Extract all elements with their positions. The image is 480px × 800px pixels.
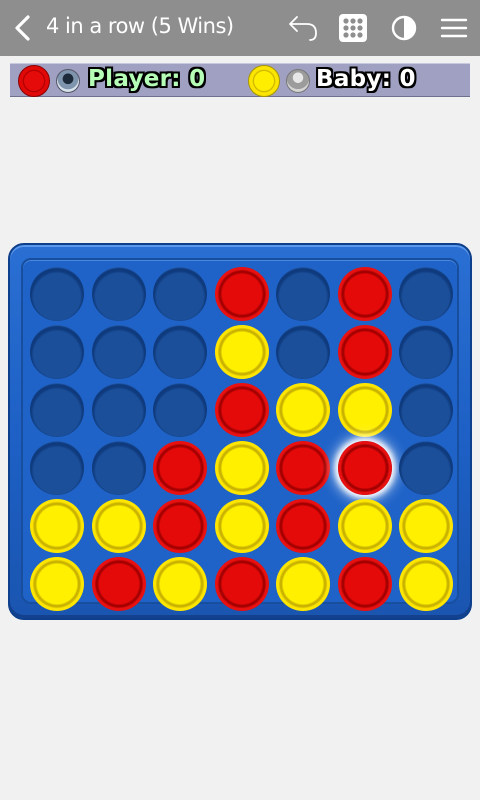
- red-chip[interactable]: [276, 441, 330, 495]
- red-chip[interactable]: [214, 557, 269, 611]
- baby-avatar: [286, 69, 310, 93]
- yellow-chip[interactable]: [214, 325, 269, 379]
- red-chip[interactable]: [91, 557, 146, 611]
- undo-icon: [289, 16, 317, 41]
- board-slot[interactable]: [399, 383, 453, 437]
- board-slot[interactable]: [153, 383, 207, 437]
- red-chip[interactable]: [153, 441, 207, 495]
- board-slot[interactable]: [399, 267, 453, 321]
- menu-button[interactable]: [434, 8, 474, 48]
- board-grid[interactable]: [21, 258, 459, 611]
- board-slot[interactable]: [91, 383, 146, 437]
- red-chip[interactable]: [153, 499, 207, 553]
- board-slot[interactable]: [153, 325, 207, 379]
- yellow-chip[interactable]: [399, 499, 453, 553]
- yellow-chip[interactable]: [30, 557, 84, 611]
- yellow-chip[interactable]: [91, 499, 146, 553]
- chevron-left-icon: [15, 15, 30, 41]
- game-board[interactable]: [8, 243, 472, 620]
- yellow-chip[interactable]: [153, 557, 207, 611]
- score-bar: Player: 0 Baby: 0: [10, 63, 470, 97]
- grid-icon: [339, 14, 367, 42]
- baby-chip: [248, 65, 280, 97]
- board-slot[interactable]: [30, 325, 84, 379]
- yellow-chip[interactable]: [337, 383, 392, 437]
- app-bar: 4 in a row (5 Wins): [0, 0, 480, 56]
- yellow-chip[interactable]: [276, 383, 330, 437]
- grid-button[interactable]: [333, 8, 373, 48]
- red-chip[interactable]: [337, 557, 392, 611]
- baby-score: Baby: 0: [316, 66, 416, 92]
- yellow-chip[interactable]: [337, 499, 392, 553]
- player-chip: [18, 65, 50, 97]
- board-slot[interactable]: [30, 441, 84, 495]
- player-score: Player: 0: [88, 66, 205, 92]
- board-slot[interactable]: [91, 267, 146, 321]
- contrast-button[interactable]: [384, 8, 424, 48]
- red-chip[interactable]: [337, 267, 392, 321]
- app-title: 4 in a row (5 Wins): [46, 14, 234, 38]
- player-score-value: 0: [189, 66, 206, 92]
- red-chip[interactable]: [214, 267, 269, 321]
- yellow-chip[interactable]: [399, 557, 453, 611]
- back-button[interactable]: [4, 8, 44, 48]
- red-chip[interactable]: [276, 499, 330, 553]
- red-chip[interactable]: [214, 383, 269, 437]
- yellow-chip[interactable]: [214, 499, 269, 553]
- board-slot[interactable]: [30, 383, 84, 437]
- yellow-chip[interactable]: [30, 499, 84, 553]
- red-chip[interactable]: [337, 441, 392, 495]
- undo-button[interactable]: [282, 8, 322, 48]
- board-slot[interactable]: [91, 325, 146, 379]
- board-slot[interactable]: [91, 441, 146, 495]
- player-score-label: Player:: [88, 66, 181, 92]
- contrast-icon: [391, 15, 417, 41]
- board-slot[interactable]: [276, 325, 330, 379]
- menu-icon: [440, 18, 468, 38]
- baby-score-label: Baby:: [316, 66, 392, 92]
- baby-score-value: 0: [399, 66, 416, 92]
- board-slot[interactable]: [399, 441, 453, 495]
- board-slot[interactable]: [399, 325, 453, 379]
- board-slot[interactable]: [276, 267, 330, 321]
- board-slot[interactable]: [30, 267, 84, 321]
- yellow-chip[interactable]: [276, 557, 330, 611]
- player-avatar: [56, 69, 80, 93]
- board-slot[interactable]: [153, 267, 207, 321]
- yellow-chip[interactable]: [214, 441, 269, 495]
- red-chip[interactable]: [337, 325, 392, 379]
